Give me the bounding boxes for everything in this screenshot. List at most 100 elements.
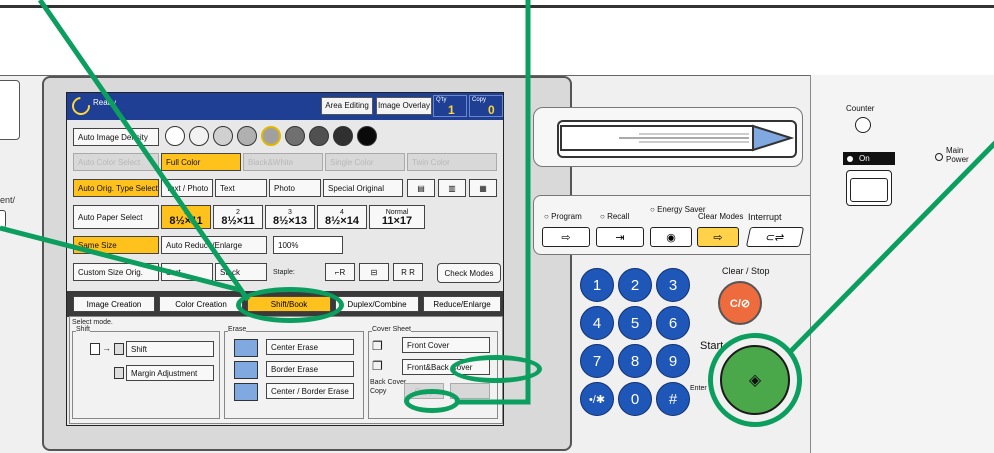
shift-doc-icon [90,343,100,355]
auto-paper-select-button[interactable]: Auto Paper Select [73,205,159,229]
staple-top-button[interactable]: ⌐R [325,263,355,281]
tab-color-creation[interactable]: Color Creation [159,296,243,312]
key-6[interactable]: 6 [656,306,690,340]
density-5[interactable] [261,126,281,146]
staple-double-button[interactable]: ⊟ [359,263,389,281]
black-white-button[interactable]: Black&White [243,153,323,171]
check-modes-button[interactable]: Check Modes [437,263,501,283]
text-photo-button[interactable]: Text / Photo [161,179,213,197]
full-color-button[interactable]: Full Color [161,153,241,171]
key-7[interactable]: 7 [580,344,614,378]
erase-title: Erase [228,326,247,333]
key-0[interactable]: 0 [618,382,652,416]
same-size-button[interactable]: Same Size [73,236,159,254]
key-4[interactable]: 4 [580,306,614,340]
auto-orig-type-select-button[interactable]: Auto Orig. Type Select [73,179,159,197]
tray-3-button[interactable]: 3 8½×13 [265,205,315,229]
border-erase-button[interactable]: Border Erase [266,361,354,377]
density-4[interactable] [237,126,257,146]
front-cover-button[interactable]: Front Cover [402,337,490,353]
orientation-icon-2[interactable]: ▥ [438,179,466,197]
density-9[interactable] [357,126,377,146]
cover-title: Cover Sheet [372,326,411,333]
key-2[interactable]: 2 [618,268,652,302]
tray-3-size: 8½×13 [273,215,307,227]
shift-button[interactable]: Shift [126,341,214,357]
key-3[interactable]: 3 [656,268,690,302]
left-display-slot [0,80,20,140]
bypass-size: 11×17 [381,215,413,227]
counter-label: Counter [846,104,875,113]
status-bar: Ready Area Editing Image Overlay Q'ty 1 … [67,93,503,120]
center-border-erase-button[interactable]: Center / Border Erase [266,383,354,399]
margin-adjustment-button[interactable]: Margin Adjustment [126,365,214,381]
machine-top-edge [0,0,994,8]
recall-button[interactable]: ⇥ [596,227,644,247]
stylus-icon [560,124,795,152]
density-8[interactable] [333,126,353,146]
auto-image-density-button[interactable]: Auto Image Density [73,128,159,146]
density-1[interactable] [165,126,185,146]
area-editing-button[interactable]: Area Editing [321,97,373,115]
text-button[interactable]: Text [215,179,267,197]
sort-button[interactable]: Sort [161,263,213,281]
on-led-icon [847,155,853,162]
key-5[interactable]: 5 [618,306,652,340]
power-panel [810,75,994,453]
key-star[interactable]: •/✱ [580,382,614,416]
key-hash[interactable]: # [656,382,690,416]
ready-icon [68,93,94,119]
border-erase-icon [234,361,258,379]
tab-image-creation[interactable]: Image Creation [73,296,155,312]
operation-switch-face[interactable] [850,178,888,202]
status-text: Ready [93,98,117,107]
staple-side-button[interactable]: R R [393,263,423,281]
photo-button[interactable]: Photo [269,179,321,197]
auto-reduce-enlarge-button[interactable]: Auto Reduce/Enlarge [161,236,267,254]
callout-copy [404,389,460,413]
tray-1-button[interactable]: 1 8½×11 [161,205,211,229]
main-power-label: Main Power [946,146,969,164]
bypass-tray-button[interactable]: Normal 11×17 [369,205,425,229]
copy-label: Copy [472,97,487,103]
left-key[interactable] [0,210,6,228]
program-button[interactable]: ⇨ [542,227,590,247]
tab-duplex-combine[interactable]: Duplex/Combine [335,296,419,312]
single-color-button[interactable]: Single Color [325,153,405,171]
margin-icon [114,367,124,379]
key-1[interactable]: 1 [580,268,614,302]
tray-4-button[interactable]: 4 8½×14 [317,205,367,229]
tab-reduce-enlarge[interactable]: Reduce/Enlarge [423,296,501,312]
density-3[interactable] [213,126,233,146]
image-overlay-button[interactable]: Image Overlay [376,97,432,115]
front-cover-icon: ❐ [372,339,383,353]
qty-label: Q'ty [436,97,447,103]
density-7[interactable] [309,126,329,146]
on-indicator: On [843,152,895,165]
custom-size-orig-button[interactable]: Custom Size Orig. [73,263,159,281]
density-6[interactable] [285,126,305,146]
select-mode-prompt: Select mode. [72,319,113,326]
tray-2-button[interactable]: 2 8½×11 [213,205,263,229]
start-callout-ring [708,333,802,427]
stack-button[interactable]: Stack [215,263,267,281]
orientation-icon-3[interactable]: ▦ [469,179,497,197]
key-8[interactable]: 8 [618,344,652,378]
left-label: ent/ [0,195,16,205]
special-original-button[interactable]: Special Original [323,179,403,197]
callout-front-back-cover [450,355,542,383]
energy-saver-label: ○ Energy Saver [650,205,706,214]
orientation-icon-1[interactable]: ▤ [407,179,435,197]
interrupt-button[interactable]: ⊂⇌ [745,227,805,247]
auto-color-select-button[interactable]: Auto Color Select [73,153,159,171]
center-erase-button[interactable]: Center Erase [266,339,354,355]
clear-modes-button[interactable]: ⇨ [697,227,739,247]
on-label: On [859,154,870,163]
energy-saver-button[interactable]: ◉ [650,227,692,247]
twin-color-button[interactable]: Twin Color [407,153,497,171]
stylus-holder [557,120,797,158]
clear-stop-label: Clear / Stop [722,266,770,276]
clear-stop-button[interactable]: C/⊘ [718,281,762,325]
density-2[interactable] [189,126,209,146]
key-9[interactable]: 9 [656,344,690,378]
